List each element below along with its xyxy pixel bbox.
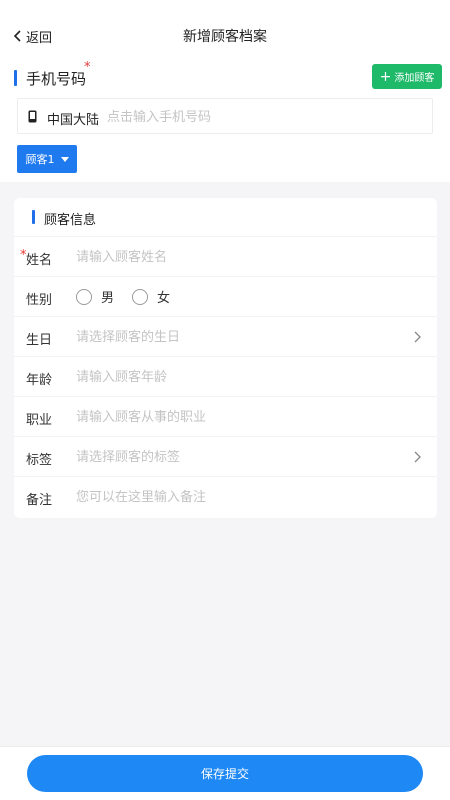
phone-section: 手机号码 * + 添加顾客 中国大陆 顾客1: [0, 56, 450, 182]
bottom-action-bar: 保存提交: [0, 746, 450, 800]
gender-radio-female[interactable]: 女: [132, 287, 170, 306]
gender-radio-group: 男 女: [76, 287, 188, 306]
section-accent-bar: [32, 210, 35, 224]
gender-label: 性别: [26, 293, 53, 308]
age-input[interactable]: [76, 366, 406, 388]
card-title: 顾客信息: [44, 213, 97, 228]
tags-picker[interactable]: [76, 446, 406, 468]
mobile-phone-icon: [28, 110, 37, 123]
birthday-row[interactable]: 生日: [14, 316, 437, 356]
page-title: 新增顾客档案: [183, 29, 267, 45]
occupation-input[interactable]: [76, 406, 406, 428]
gender-option-label: 女: [157, 291, 171, 306]
name-label: 姓名: [26, 253, 53, 268]
age-label: 年龄: [26, 373, 53, 388]
tags-label: 标签: [26, 453, 53, 468]
phone-input[interactable]: [107, 106, 417, 128]
phone-label: 手机号码: [26, 70, 87, 88]
birthday-picker[interactable]: [76, 326, 406, 348]
occupation-row: 职业: [14, 396, 437, 436]
caret-down-icon: [60, 156, 69, 162]
customer-info-card: 顾客信息 * 姓名 性别 男 女 生日: [14, 198, 437, 518]
page: 返回 新增顾客档案 手机号码 * + 添加顾客 中国大陆 顾客1 顾客信息: [0, 0, 450, 800]
plus-icon: +: [379, 68, 392, 85]
occupation-label: 职业: [26, 413, 53, 428]
phone-input-box: 中国大陆: [17, 98, 433, 134]
radio-circle: [132, 288, 149, 305]
add-customer-button[interactable]: + 添加顾客: [372, 64, 442, 89]
customer-tab-label: 顾客1: [25, 153, 55, 166]
chevron-right-icon: [414, 331, 421, 343]
radio-circle: [76, 288, 92, 305]
add-customer-label: 添加顾客: [394, 73, 435, 84]
required-mark: *: [84, 60, 91, 75]
name-row: * 姓名: [14, 236, 437, 276]
gender-row: 性别 男 女: [14, 276, 437, 316]
section-accent-bar: [14, 70, 17, 86]
customer-tab-dropdown[interactable]: 顾客1: [17, 145, 77, 173]
gender-radio-male[interactable]: 男: [76, 287, 114, 306]
tags-row[interactable]: 标签: [14, 436, 437, 476]
gender-option-label: 男: [101, 291, 115, 306]
name-input[interactable]: [76, 246, 406, 268]
save-submit-button[interactable]: 保存提交: [27, 755, 423, 792]
remarks-input[interactable]: [76, 486, 406, 508]
remarks-row: 备注: [14, 476, 437, 516]
chevron-right-icon: [414, 451, 421, 463]
region-selector[interactable]: 中国大陆: [47, 109, 99, 128]
remarks-label: 备注: [26, 493, 53, 508]
birthday-label: 生日: [26, 333, 53, 348]
age-row: 年龄: [14, 356, 437, 396]
